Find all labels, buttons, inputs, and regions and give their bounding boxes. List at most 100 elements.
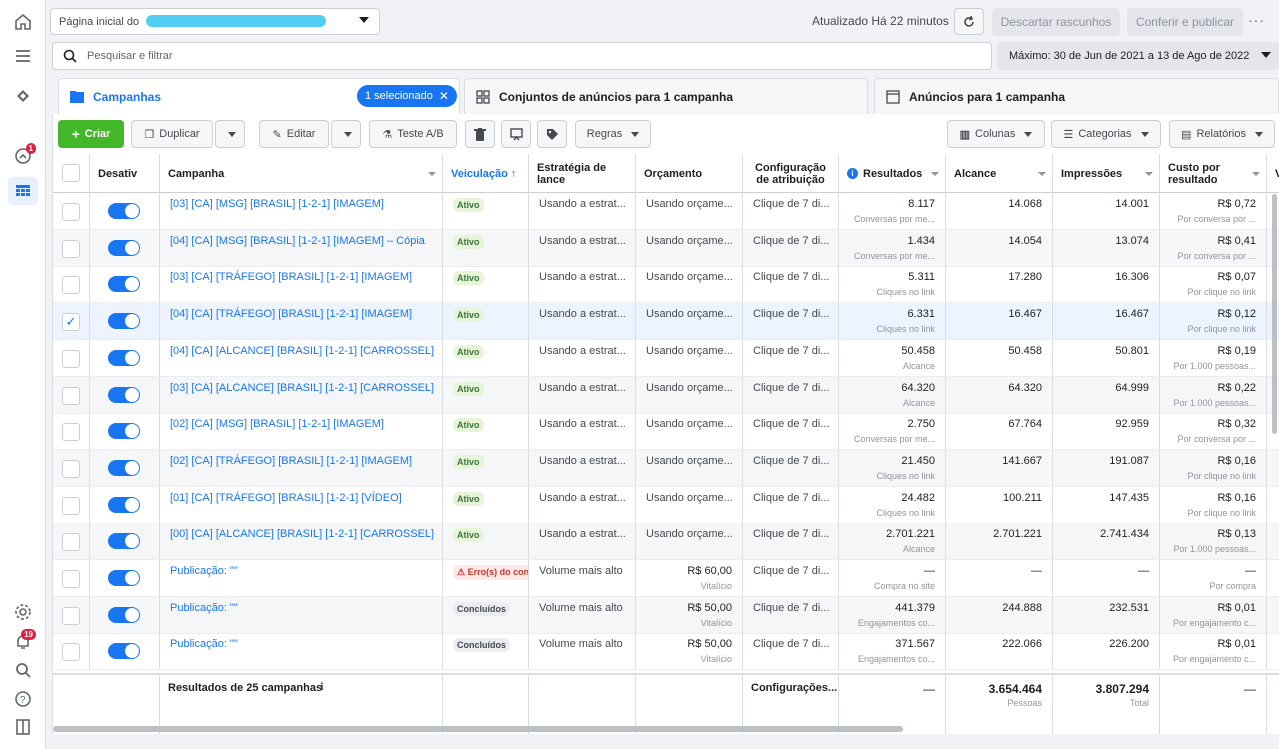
tab-adsets[interactable]: Conjuntos de anúncios para 1 campanha (464, 78, 868, 114)
tab-ads[interactable]: Anúncios para 1 campanha (874, 78, 1279, 114)
tab-campaigns[interactable]: Campanhas 1 selecionado ✕ (58, 78, 460, 114)
campaign-name-link[interactable]: [04] [CA] [TRÁFEGO] [BRASIL] [1-2-1] [IM… (170, 308, 412, 320)
close-icon[interactable]: ✕ (439, 89, 449, 103)
campaign-name-link[interactable]: [02] [CA] [TRÁFEGO] [BRASIL] [1-2-1] [IM… (170, 455, 412, 467)
on-off-toggle[interactable] (108, 606, 140, 623)
on-off-toggle[interactable] (108, 276, 140, 293)
date-range-picker[interactable]: Máximo: 30 de Jun de 2021 a 13 de Ago de… (997, 42, 1279, 70)
table-row[interactable]: Publicação: "" Concluídos Volume mais alto… (53, 633, 1279, 671)
header-extra[interactable]: V (1267, 154, 1279, 193)
edit-dropdown[interactable] (331, 120, 361, 148)
campaign-name-link[interactable]: [03] [CA] [MSG] [BRASIL] [1-2-1] [IMAGEM… (170, 198, 384, 210)
header-select-all[interactable] (53, 154, 90, 193)
tag-button[interactable] (537, 120, 567, 148)
create-button[interactable]: + Criar (58, 120, 124, 148)
table-row[interactable]: [02] [CA] [TRÁFEGO] [BRASIL] [1-2-1] [IM… (53, 449, 1279, 487)
preview-button[interactable] (501, 120, 531, 148)
row-checkbox[interactable] (62, 239, 80, 258)
bell-icon[interactable]: 19 (8, 628, 38, 656)
campaign-name-link[interactable]: [03] [CA] [TRÁFEGO] [BRASIL] [1-2-1] [IM… (170, 271, 412, 283)
campaign-name-link[interactable]: [00] [CA] [ALCANCE] [BRASIL] [1-2-1] [CA… (170, 528, 434, 540)
campaign-name-link[interactable]: [04] [CA] [ALCANCE] [BRASIL] [1-2-1] [CA… (170, 345, 434, 357)
header-delivery[interactable]: Veiculação ↑ (443, 154, 529, 193)
notifications-icon[interactable]: 1 (8, 142, 38, 170)
columns-button[interactable]: ▥ Colunas (947, 120, 1045, 148)
refresh-button[interactable] (954, 8, 984, 35)
row-checkbox[interactable] (62, 276, 80, 295)
table-row[interactable]: [01] [CA] [TRÁFEGO] [BRASIL] [1-2-1] [VÍ… (53, 486, 1279, 524)
on-off-toggle[interactable] (108, 386, 140, 403)
table-row[interactable]: [03] [CA] [MSG] [BRASIL] [1-2-1] [IMAGEM… (53, 193, 1279, 230)
campaign-name-link[interactable]: [04] [CA] [MSG] [BRASIL] [1-2-1] [IMAGEM… (170, 235, 425, 247)
campaign-name-link[interactable]: Publicação: "" (170, 565, 238, 577)
select-all-checkbox[interactable] (62, 164, 80, 182)
table-row[interactable]: [03] [CA] [TRÁFEGO] [BRASIL] [1-2-1] [IM… (53, 266, 1279, 304)
campaign-name-link[interactable]: [01] [CA] [TRÁFEGO] [BRASIL] [1-2-1] [VÍ… (170, 492, 402, 504)
row-checkbox[interactable]: ✓ (62, 313, 80, 332)
on-off-toggle[interactable] (108, 239, 140, 256)
on-off-toggle[interactable] (108, 643, 140, 660)
ab-test-button[interactable]: ⚗ Teste A/B (369, 120, 457, 148)
campaign-name-link[interactable]: Publicação: "" (170, 602, 238, 614)
tools-icon[interactable] (8, 82, 38, 110)
row-checkbox[interactable] (62, 203, 80, 221)
budget-text[interactable]: Usando orçame... (646, 492, 733, 504)
header-bid-strategy[interactable]: Estratégia de lance (529, 154, 636, 193)
review-publish-button[interactable]: Conferir e publicar (1127, 8, 1243, 36)
budget-text[interactable]: Usando orçame... (646, 418, 733, 430)
row-checkbox[interactable] (62, 423, 80, 442)
horizontal-scrollbar[interactable] (53, 726, 903, 732)
vertical-scrollbar[interactable] (1272, 194, 1277, 434)
on-off-toggle[interactable] (108, 313, 140, 330)
header-impressions[interactable]: Impressões (1053, 154, 1160, 193)
on-off-toggle[interactable] (108, 423, 140, 440)
header-budget[interactable]: Orçamento (636, 154, 743, 193)
delete-button[interactable] (465, 120, 495, 148)
table-row[interactable]: [04] [CA] [ALCANCE] [BRASIL] [1-2-1] [CA… (53, 339, 1279, 377)
campaign-name-link[interactable]: [02] [CA] [MSG] [BRASIL] [1-2-1] [IMAGEM… (170, 418, 384, 430)
budget-text[interactable]: Usando orçame... (646, 528, 733, 540)
categories-button[interactable]: ☰ Categorias (1051, 120, 1161, 148)
header-off[interactable]: Desativ (90, 154, 160, 193)
header-reach[interactable]: Alcance (946, 154, 1053, 193)
rules-button[interactable]: Regras (575, 120, 651, 148)
on-off-toggle[interactable] (108, 570, 140, 586)
row-checkbox[interactable] (62, 533, 80, 552)
budget-text[interactable]: Usando orçame... (646, 271, 733, 283)
campaign-name-link[interactable]: Publicação: "" (170, 638, 238, 650)
search-icon[interactable] (8, 656, 38, 684)
edit-button[interactable]: ✎ Editar (259, 120, 329, 148)
table-row[interactable]: Publicação: "" Concluídos Volume mais alto… (53, 596, 1279, 634)
table-row[interactable]: Publicação: "" ⚠ Erro(s) do con Volume mai… (53, 560, 1279, 597)
header-attribution[interactable]: Configuração de atribuição (743, 154, 839, 193)
row-checkbox[interactable] (62, 606, 80, 625)
account-selector[interactable]: Página inicial do (50, 8, 380, 35)
help-icon[interactable]: ? (8, 685, 38, 713)
search-input[interactable] (87, 50, 887, 62)
on-off-toggle[interactable] (108, 533, 140, 550)
table-row[interactable]: ✓ [04] [CA] [TRÁFEGO] [BRASIL] [1-2-1] [I… (53, 303, 1279, 341)
row-checkbox[interactable] (62, 349, 80, 368)
budget-text[interactable]: R$ 50,00 (687, 638, 732, 650)
budget-text[interactable]: Usando orçame... (646, 455, 733, 467)
settings-icon[interactable] (8, 598, 38, 626)
row-checkbox[interactable] (62, 570, 80, 588)
discard-drafts-button[interactable]: Descartar rascunhos (992, 8, 1120, 36)
budget-text[interactable]: Usando orçame... (646, 198, 733, 210)
report-icon[interactable] (8, 713, 38, 741)
row-checkbox[interactable] (62, 643, 80, 662)
header-results[interactable]: i Resultados (839, 154, 946, 193)
header-campaign[interactable]: Campanha (160, 154, 443, 193)
table-row[interactable]: [04] [CA] [MSG] [BRASIL] [1-2-1] [IMAGEM… (53, 229, 1279, 267)
on-off-toggle[interactable] (108, 349, 140, 366)
ads-manager-icon[interactable] (8, 177, 38, 205)
row-checkbox[interactable] (62, 459, 80, 478)
reports-button[interactable]: ▤ Relatórios (1169, 120, 1275, 148)
budget-text[interactable]: R$ 50,00 (687, 602, 732, 614)
budget-text[interactable]: Usando orçame... (646, 382, 733, 394)
duplicate-dropdown[interactable] (215, 120, 245, 148)
budget-text[interactable]: R$ 60,00 (687, 565, 732, 577)
header-cost-per-result[interactable]: Custo por resultado (1160, 154, 1267, 193)
campaign-name-link[interactable]: [03] [CA] [ALCANCE] [BRASIL] [1-2-1] [CA… (170, 382, 434, 394)
menu-icon[interactable] (8, 42, 38, 70)
